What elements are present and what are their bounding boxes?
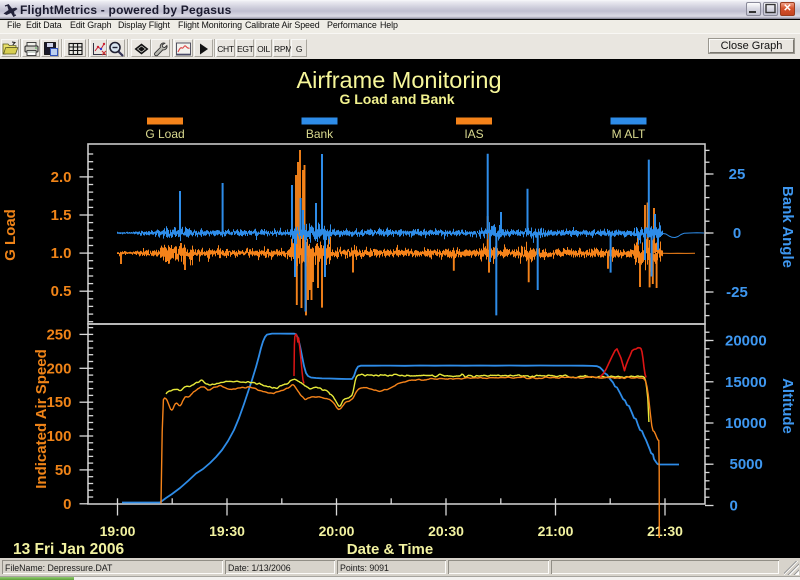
svg-text:100: 100 <box>46 428 71 445</box>
svg-text:IAS: IAS <box>464 127 483 141</box>
svg-text:0: 0 <box>730 498 738 515</box>
svg-text:Bank Angle: Bank Angle <box>779 186 796 268</box>
svg-text:G Load: G Load <box>2 209 19 261</box>
svg-text:Date & Time: Date & Time <box>347 541 433 558</box>
svg-text:20000: 20000 <box>725 333 767 350</box>
svg-text:1.5: 1.5 <box>51 207 72 224</box>
svg-text:G Load: G Load <box>145 127 184 141</box>
svg-text:2.0: 2.0 <box>51 169 72 186</box>
svg-text:19:30: 19:30 <box>209 523 245 539</box>
svg-text:21:30: 21:30 <box>647 523 683 539</box>
svg-text:19:00: 19:00 <box>100 523 136 539</box>
svg-text:200: 200 <box>46 360 71 377</box>
svg-text:10000: 10000 <box>725 415 767 432</box>
svg-text:Indicated Air Speed: Indicated Air Speed <box>33 349 50 488</box>
svg-text:25: 25 <box>729 166 746 183</box>
svg-text:50: 50 <box>55 462 72 479</box>
svg-text:0: 0 <box>63 496 71 513</box>
svg-text:13 Fri Jan 2006: 13 Fri Jan 2006 <box>13 541 125 558</box>
svg-text:G Load and Bank: G Load and Bank <box>339 91 454 107</box>
svg-text:Airframe Monitoring: Airframe Monitoring <box>296 67 501 93</box>
svg-text:15000: 15000 <box>725 374 767 391</box>
svg-text:Altitude: Altitude <box>779 378 796 434</box>
svg-text:5000: 5000 <box>730 456 763 473</box>
svg-text:1.0: 1.0 <box>51 245 72 262</box>
svg-text:250: 250 <box>46 326 71 343</box>
svg-text:20:30: 20:30 <box>428 523 464 539</box>
svg-text:0.5: 0.5 <box>51 283 72 300</box>
svg-text:M ALT: M ALT <box>612 127 646 141</box>
svg-text:Bank: Bank <box>306 127 334 141</box>
svg-text:0: 0 <box>733 225 741 242</box>
svg-text:-25: -25 <box>726 284 748 301</box>
svg-text:150: 150 <box>46 394 71 411</box>
svg-text:21:00: 21:00 <box>538 523 574 539</box>
svg-text:20:00: 20:00 <box>319 523 355 539</box>
